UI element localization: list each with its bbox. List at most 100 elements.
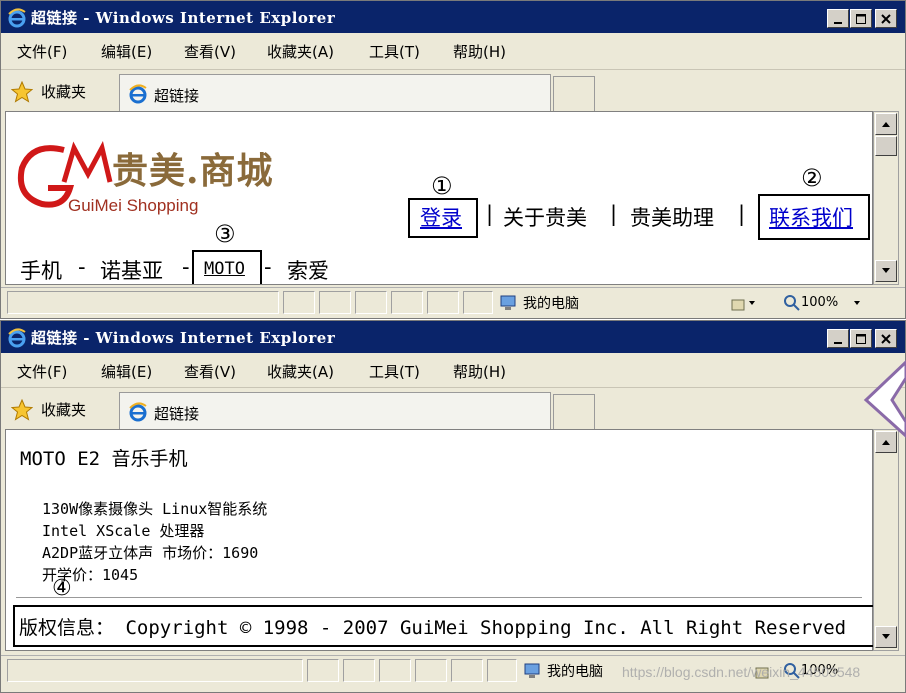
arrow-up-icon [882,122,890,127]
nav-separator: | [486,202,494,226]
about-text: 关于贵美 [503,206,587,230]
protected-mode-button[interactable] [729,291,759,314]
zoom-control[interactable]: 100% [783,291,864,314]
status-text-cell [7,659,303,682]
ie-logo-icon [8,8,26,28]
status-cell [451,659,483,682]
callout-arrow-icon [863,360,906,438]
menu-edit[interactable]: 编辑(E) [101,361,152,382]
marker-2: ② [801,164,823,192]
menu-favorites[interactable]: 收藏夹(A) [267,41,334,62]
contact-link[interactable]: 联系我们 [769,202,853,232]
spec-line: Intel XScale 处理器 [42,522,205,540]
title-bar[interactable]: 超链接 - Windows Internet Explorer [1,1,905,33]
menu-help[interactable]: 帮助(H) [453,361,506,382]
favorites-bar: 收藏夹 超链接 [1,387,905,430]
menu-edit[interactable]: 编辑(E) [101,41,152,62]
menu-bar: 文件(F) 编辑(E) 查看(V) 收藏夹(A) 工具(T) 帮助(H) [1,35,905,65]
scroll-thumb[interactable] [875,136,897,156]
security-zone[interactable]: 我的电脑 [499,291,579,314]
status-cell [463,291,493,314]
new-tab-button[interactable] [553,394,595,430]
category-dash: - [264,255,272,279]
category-dash: - [182,255,190,279]
scroll-down-button[interactable] [875,626,897,648]
zoom-icon [784,294,800,311]
close-button[interactable] [875,9,897,28]
maximize-icon [856,333,866,344]
close-icon [881,13,891,24]
category-sony: 索爱 [287,259,329,283]
tab-label: 超链接 [154,87,200,105]
title-bar[interactable]: 超链接 - Windows Internet Explorer [1,321,905,353]
moto-link[interactable]: MOTO [204,259,245,279]
favorites-label[interactable]: 收藏夹 [41,81,86,102]
arrow-up-icon [882,440,890,445]
divider [16,597,862,598]
new-tab-button[interactable] [553,76,595,112]
favorites-bar: 收藏夹 超链接 [1,69,905,112]
star-icon[interactable] [11,399,33,421]
category-dash: - [78,255,86,279]
security-zone[interactable]: 我的电脑 [523,659,603,682]
zone-label: 我的电脑 [523,295,579,312]
helper-text: 贵美助理 [630,206,714,230]
computer-icon [500,295,516,310]
close-icon [881,333,891,344]
maximize-button[interactable] [850,9,872,28]
status-cell [427,291,459,314]
status-bar-top: 我的电脑 100% [1,287,905,317]
tab-label: 超链接 [154,405,200,423]
menu-tools[interactable]: 工具(T) [369,361,420,382]
logo-text: 贵美.商城 [112,150,274,192]
maximize-button[interactable] [850,329,872,348]
scroll-down-button[interactable] [875,260,897,282]
menu-favorites[interactable]: 收藏夹(A) [267,361,334,382]
menu-help[interactable]: 帮助(H) [453,41,506,62]
arrow-down-icon [882,268,890,273]
vertical-scrollbar-top[interactable] [873,111,899,285]
nav-separator: | [738,202,746,226]
tab-current[interactable]: 超链接 [119,74,551,112]
login-link[interactable]: 登录 [420,202,462,232]
category-nokia: 诺基亚 [100,259,163,283]
marker-3: ③ [214,220,236,248]
menu-bar: 文件(F) 编辑(E) 查看(V) 收藏夹(A) 工具(T) 帮助(H) [1,355,905,385]
ie-logo-icon [8,328,26,348]
status-cell [391,291,423,314]
minimize-icon [834,21,842,24]
status-cell [487,659,517,682]
copyright-text: 版权信息： Copyright © 1998 - 2007 GuiMei Sho… [19,617,847,639]
zone-label: 我的电脑 [547,663,603,680]
menu-view[interactable]: 查看(V) [184,41,236,62]
window-title: 超链接 - Windows Internet Explorer [31,9,336,27]
ie-window-bottom: 超链接 - Windows Internet Explorer 文件(F) 编辑… [0,320,906,693]
minimize-button[interactable] [827,9,849,28]
close-button[interactable] [875,329,897,348]
status-text-cell [7,291,279,314]
tab-current[interactable]: 超链接 [119,392,551,430]
category-phone: 手机 [20,259,62,283]
favorites-label[interactable]: 收藏夹 [41,399,86,420]
watermark-text: https://blog.csdn.net/weixin_44503548 [622,664,861,680]
maximize-icon [856,13,866,24]
star-icon[interactable] [11,81,33,103]
minimize-button[interactable] [827,329,849,348]
computer-icon [524,663,540,678]
vertical-scrollbar-bottom[interactable] [873,429,899,651]
menu-tools[interactable]: 工具(T) [369,41,420,62]
arrow-down-icon [882,634,890,639]
chevron-down-icon [854,300,861,305]
menu-view[interactable]: 查看(V) [184,361,236,382]
logo-subtitle: GuiMei Shopping [68,196,199,215]
status-cell [355,291,387,314]
product-title: MOTO E2 音乐手机 [20,448,188,470]
minimize-icon [834,341,842,344]
menu-file[interactable]: 文件(F) [17,41,67,62]
status-cell [319,291,351,314]
nav-separator: | [610,202,618,226]
scroll-up-button[interactable] [875,113,897,135]
menu-file[interactable]: 文件(F) [17,361,67,382]
status-cell [343,659,375,682]
zoom-level: 100% [801,295,839,310]
